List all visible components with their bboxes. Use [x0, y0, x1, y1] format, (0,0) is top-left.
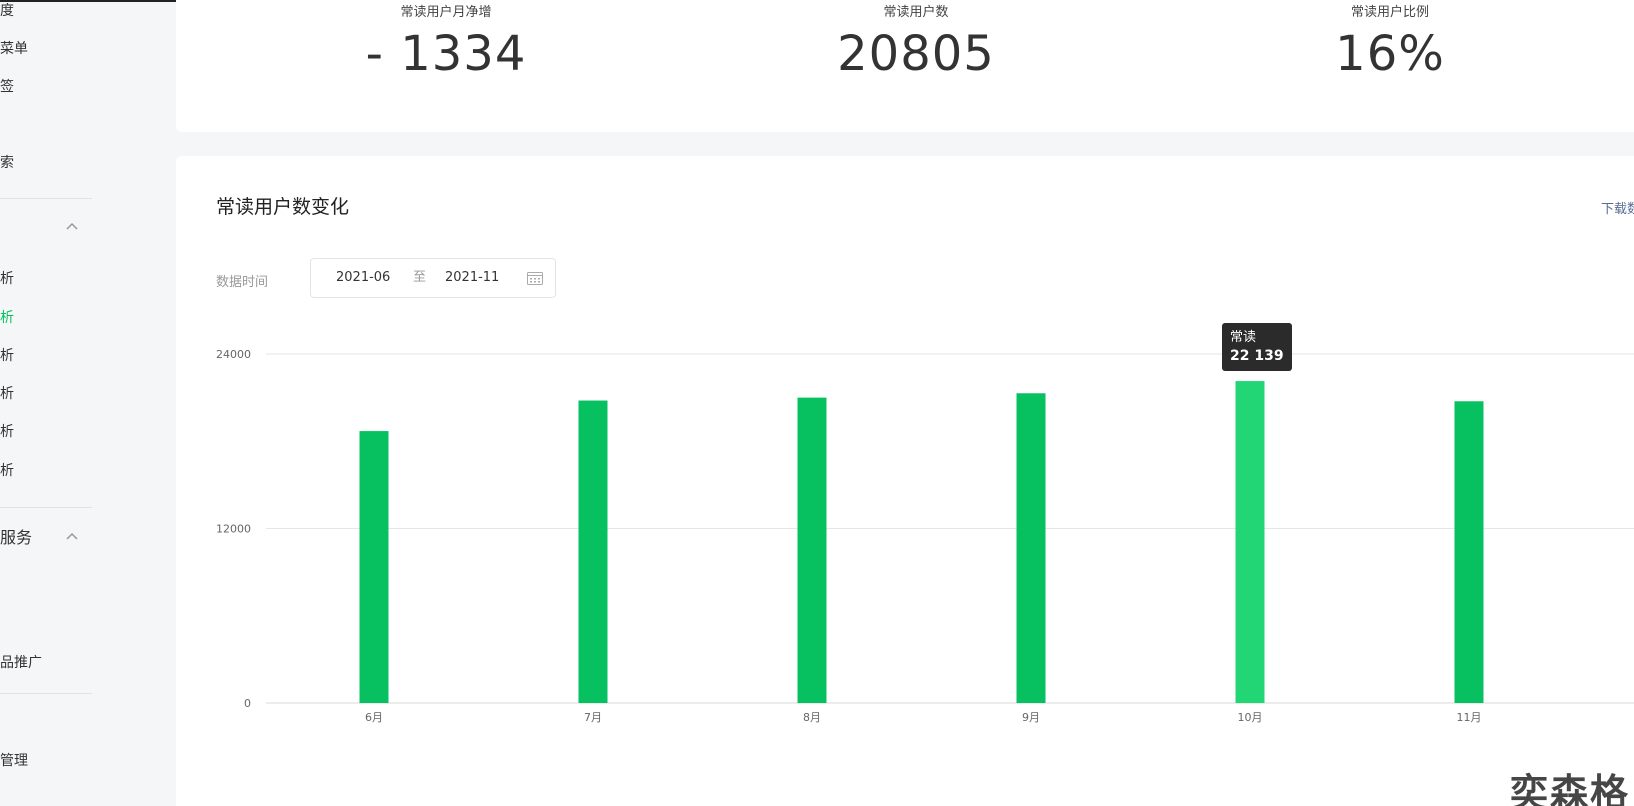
sidebar-item-analysis-5[interactable]: 析	[0, 423, 14, 441]
x-tick-label: 9月	[1022, 711, 1040, 724]
bar-4[interactable]	[1016, 393, 1046, 703]
chart-card: 常读用户数变化 下载数 数据时间 2021-06 至 2021-11 0 1200…	[176, 156, 1634, 806]
bar-1[interactable]	[359, 431, 389, 703]
sidebar-divider	[0, 198, 92, 199]
tooltip-series-name: 常读	[1230, 330, 1257, 346]
bar-2[interactable]	[578, 400, 608, 703]
stat-regular-readers: 常读用户数 20805	[766, 4, 1066, 84]
tooltip-value: 22 139	[1230, 348, 1284, 365]
stat-value: 20805	[837, 26, 995, 82]
stat-regular-reader-ratio: 常读用户比例 16%	[1240, 4, 1540, 84]
x-tick-label: 6月	[365, 711, 383, 724]
sidebar-item-3[interactable]: 签	[0, 78, 14, 96]
y-tick-label: 0	[244, 697, 251, 710]
watermark-logo: 奕森格	[1510, 771, 1631, 806]
sidebar-item-analysis-4[interactable]: 析	[0, 385, 14, 403]
x-tick-label: 8月	[803, 711, 821, 724]
stat-label: 常读用户数	[883, 5, 949, 20]
stats-card: 常读用户月净增 - 1334 常读用户数 20805 常读用户比例 16%	[176, 0, 1634, 132]
bar-3[interactable]	[797, 397, 827, 703]
sidebar-item-analysis-1[interactable]: 析	[0, 270, 14, 288]
sidebar-item-management[interactable]: 管理	[0, 752, 28, 770]
sidebar-item-1[interactable]: 度	[0, 2, 14, 20]
x-tick-label: 7月	[584, 711, 602, 724]
y-tick-label: 12000	[216, 523, 251, 536]
sidebar-item-2[interactable]: 菜单	[0, 40, 28, 58]
bar-5[interactable]	[1235, 381, 1265, 703]
x-tick-label: 10月	[1238, 711, 1263, 724]
sidebar-group-services[interactable]: 服务	[0, 528, 32, 548]
sidebar-item-analysis-2[interactable]: 析	[0, 309, 14, 327]
page: 度 菜单 签 索 析 析 析 析 析 析 服务 品推广 管理 常读用户月净增 -…	[0, 0, 1634, 806]
sidebar-item-promotion[interactable]: 品推广	[0, 654, 42, 672]
sidebar-item-4[interactable]: 索	[0, 154, 14, 172]
sidebar-divider	[0, 693, 92, 694]
sidebar: 度 菜单 签 索 析 析 析 析 析 析 服务 品推广 管理	[0, 2, 176, 806]
x-tick-label: 11月	[1457, 711, 1482, 724]
sidebar-divider	[0, 507, 92, 508]
stat-label: 常读用户月净增	[400, 5, 492, 20]
sidebar-item-analysis-6[interactable]: 析	[0, 462, 14, 480]
stat-label: 常读用户比例	[1350, 5, 1429, 20]
stat-value: - 1334	[365, 26, 527, 82]
sidebar-item-analysis-3[interactable]: 析	[0, 347, 14, 365]
stat-value: 16%	[1335, 26, 1445, 82]
bar-chart: 0 12000 24000 6月 7月 8月 9月 10月 11月	[216, 348, 1634, 724]
chevron-up-icon[interactable]	[66, 532, 78, 544]
chart-tooltip: 常读 22 139	[1222, 323, 1292, 372]
y-tick-label: 24000	[216, 348, 251, 361]
chevron-up-icon[interactable]	[66, 222, 78, 234]
bar-6[interactable]	[1454, 401, 1484, 703]
stat-monthly-net-growth: 常读用户月净增 - 1334	[296, 4, 596, 84]
